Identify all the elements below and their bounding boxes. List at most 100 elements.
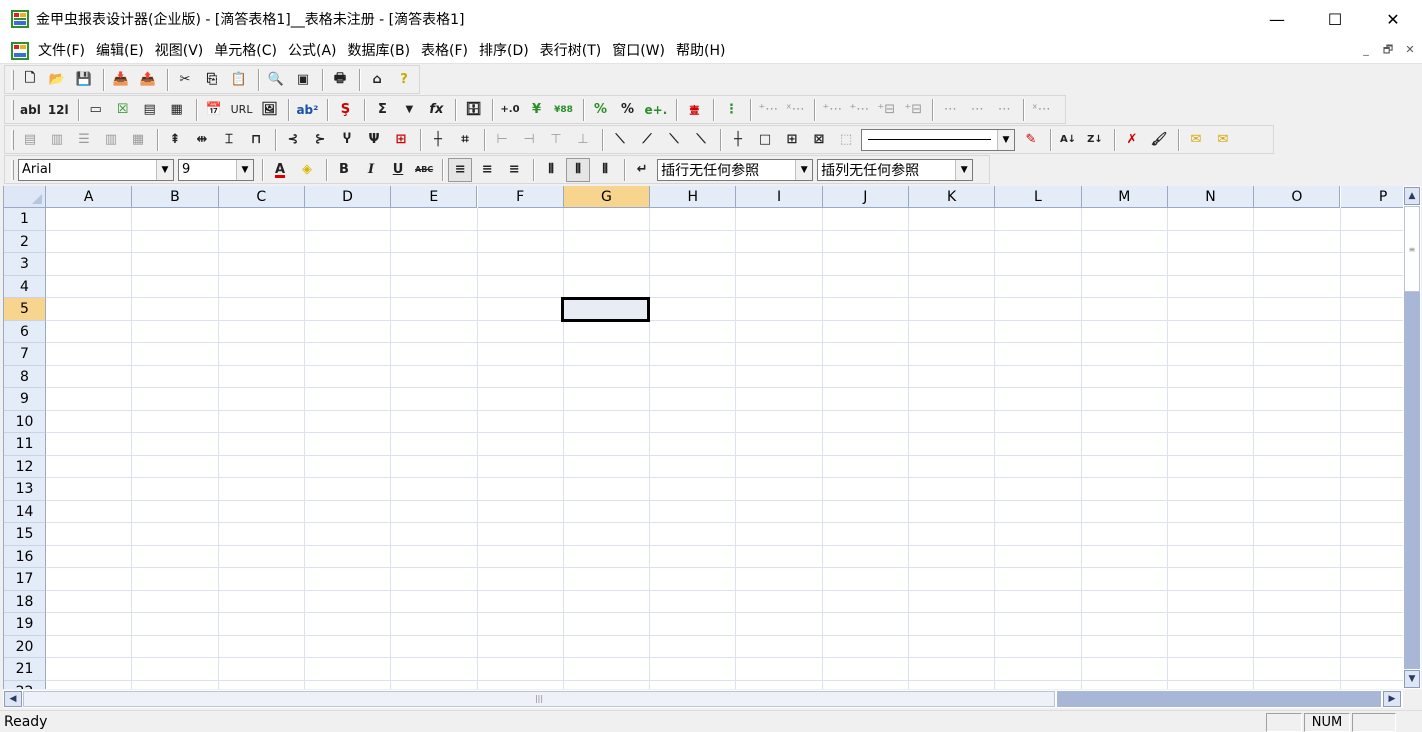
print-preview-icon[interactable]: 🔍 xyxy=(264,68,288,92)
tree-icon[interactable]: ⋮ xyxy=(719,98,743,122)
delete-row-icon[interactable]: ⌶ xyxy=(217,128,241,152)
close-button[interactable]: ✕ xyxy=(1364,0,1422,38)
row-header[interactable]: 12 xyxy=(4,455,46,478)
outer-border-icon[interactable]: □ xyxy=(753,128,777,152)
chevron-down-icon[interactable]: ▼ xyxy=(236,159,253,180)
menu-file[interactable]: 文件(F) xyxy=(36,38,94,64)
row-header[interactable]: 22 xyxy=(4,680,46,689)
menu-formula[interactable]: 公式(A) xyxy=(286,38,346,64)
bold-button[interactable]: B xyxy=(332,158,356,182)
row-header[interactable]: 7 xyxy=(4,343,46,366)
thousands-icon[interactable]: ¥88 xyxy=(552,98,576,122)
menu-cell[interactable]: 单元格(C) xyxy=(212,38,286,64)
number-cell-button[interactable]: 12l xyxy=(46,98,71,122)
image-icon[interactable]: 🖼 xyxy=(257,98,281,122)
cut-icon[interactable]: ✂ xyxy=(173,68,197,92)
merge-up-icon[interactable]: Ⴤ xyxy=(335,128,359,152)
about-icon[interactable]: ⌂ xyxy=(365,68,389,92)
align-left-icon[interactable]: ≡ xyxy=(448,157,473,182)
horizontal-scrollbar[interactable]: ◀ ||| ▶ xyxy=(3,690,1403,708)
copy-icon[interactable]: ⎘ xyxy=(200,68,224,92)
column-header[interactable]: E xyxy=(391,186,478,208)
line-style-select[interactable]: ▼ xyxy=(861,128,1015,151)
mdi-close-button[interactable]: ✕ xyxy=(1402,42,1418,58)
italic-button[interactable]: I xyxy=(359,158,383,182)
column-header[interactable]: O xyxy=(1254,186,1341,208)
font-size-select[interactable]: 9 ▼ xyxy=(178,158,254,181)
checkbox-cell-icon[interactable]: ☒ xyxy=(111,98,135,122)
mdi-restore-button[interactable]: 🗗 xyxy=(1380,42,1396,58)
tree-collapse-icon[interactable]: ⋯ xyxy=(965,98,989,122)
tree-expand-icon[interactable]: ⋯ xyxy=(938,98,962,122)
valign-top-icon[interactable]: ⦀ xyxy=(539,158,563,182)
line-color-icon[interactable]: ✎ xyxy=(1019,128,1043,152)
new-icon[interactable]: 🗋 xyxy=(18,68,42,92)
tree-add-icon[interactable]: ⁺⋯ xyxy=(756,98,780,122)
percent-format-button[interactable]: % xyxy=(589,98,613,122)
column-header[interactable]: F xyxy=(477,186,564,208)
vertical-scroll-thumb[interactable]: ≡ xyxy=(1404,206,1420,292)
url-button[interactable]: URL xyxy=(229,98,255,122)
menu-database[interactable]: 数据库(B) xyxy=(346,38,420,64)
menu-help[interactable]: 帮助(H) xyxy=(674,38,734,64)
row-header[interactable]: 18 xyxy=(4,590,46,613)
merge-cells-icon[interactable]: ⊞ xyxy=(389,128,413,152)
row-header[interactable]: 11 xyxy=(4,433,46,456)
row-header[interactable]: 6 xyxy=(4,320,46,343)
row-header[interactable]: 5 xyxy=(4,298,46,321)
horizontal-scroll-track[interactable] xyxy=(1057,691,1381,707)
menu-view[interactable]: 视图(V) xyxy=(153,38,213,64)
calendar-icon[interactable]: 📅 xyxy=(202,98,226,122)
uppercase-amount-icon[interactable]: 壹 xyxy=(682,98,706,122)
delete-col-icon[interactable]: ⊓ xyxy=(244,128,268,152)
row-header[interactable]: 1 xyxy=(4,208,46,231)
scroll-left-icon[interactable]: ◀ xyxy=(4,691,22,707)
inner-border-icon[interactable]: ┼ xyxy=(726,128,750,152)
chevron-down-icon[interactable]: ▼ xyxy=(997,129,1014,150)
row-header[interactable]: 15 xyxy=(4,523,46,546)
grid-cell-icon[interactable]: ▦ xyxy=(165,98,189,122)
scroll-down-icon[interactable]: ▼ xyxy=(1404,670,1420,688)
border-right-icon[interactable]: ⊣ xyxy=(517,128,541,152)
document-icon[interactable] xyxy=(10,41,30,61)
database-icon[interactable]: 🗄 xyxy=(461,98,485,122)
text-cell-button[interactable]: abl xyxy=(18,98,43,122)
row-header[interactable]: 21 xyxy=(4,658,46,681)
column-header[interactable]: J xyxy=(822,186,909,208)
row-reference-select[interactable]: 插行无任何参照 ▼ xyxy=(657,158,814,181)
button-cell-icon[interactable]: ▭ xyxy=(84,98,108,122)
no-border-icon[interactable]: ⬚ xyxy=(834,128,858,152)
font-color-icon[interactable]: A xyxy=(268,158,292,182)
tree-delete-icon[interactable]: ˣ⋯ xyxy=(1029,98,1053,122)
diag-multi2-icon[interactable]: ⟍ xyxy=(689,128,713,152)
scientific-button[interactable]: e+. xyxy=(643,98,670,122)
tree-down-icon[interactable]: ⁺⊟ xyxy=(901,98,925,122)
tree-remove-icon[interactable]: ˣ⋯ xyxy=(783,98,807,122)
list-cell-icon[interactable]: ▤ xyxy=(138,98,162,122)
row-header[interactable]: 20 xyxy=(4,635,46,658)
function-button[interactable]: fx xyxy=(424,98,448,122)
format-painter-icon[interactable]: 🖌 xyxy=(1147,128,1171,152)
border-top-icon[interactable]: ⊤ xyxy=(544,128,568,152)
row-header[interactable]: 13 xyxy=(4,478,46,501)
insert-row-icon[interactable]: ⇞ xyxy=(163,128,187,152)
diag-multi1-icon[interactable]: ⟍ xyxy=(662,128,686,152)
crop-icon[interactable]: ⌗ xyxy=(453,128,477,152)
sort-desc-icon[interactable]: Z↓ xyxy=(1083,128,1107,152)
percent-button[interactable]: % xyxy=(616,98,640,122)
column-header[interactable]: M xyxy=(1081,186,1168,208)
column-header[interactable]: G xyxy=(563,186,651,208)
merge-left-icon[interactable]: ⊰ xyxy=(281,128,305,152)
spreadsheet-grid[interactable]: A B C D E F G H I J K L M N O P 1 2 3 4 5 6 7 8 9 10 11 12 13 14 15 16 1… xyxy=(3,186,1403,689)
paste-icon[interactable]: 📋 xyxy=(227,68,251,92)
sort-asc-icon[interactable]: A↓ xyxy=(1056,128,1080,152)
all-borders-icon[interactable]: ⊞ xyxy=(780,128,804,152)
row-header[interactable]: 2 xyxy=(4,230,46,253)
chevron-down-icon[interactable]: ▼ xyxy=(156,159,173,180)
row-header[interactable]: 19 xyxy=(4,613,46,636)
active-cell[interactable] xyxy=(561,297,650,322)
vertical-scrollbar[interactable]: ▲ ≡ ▼ xyxy=(1403,186,1421,689)
column-header[interactable]: I xyxy=(736,186,823,208)
dropdown-arrow-icon[interactable]: ▼ xyxy=(397,98,421,122)
tree-outdent-icon[interactable]: ⁺⋯ xyxy=(847,98,871,122)
